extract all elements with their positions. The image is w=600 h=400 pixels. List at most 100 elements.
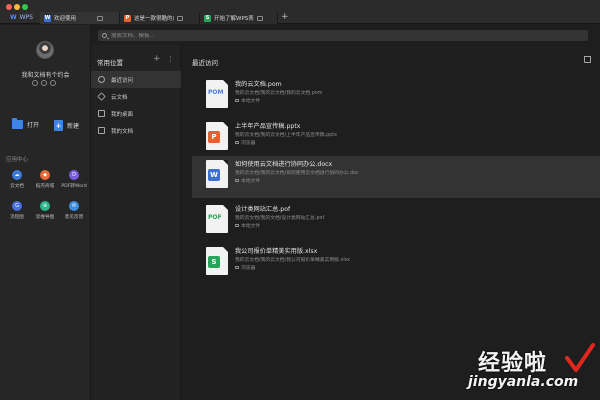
app-feedback[interactable]: ✉ 意见反馈 [59, 201, 89, 220]
file-location-label: 本地文件 [241, 179, 261, 184]
monitor-icon [98, 110, 105, 117]
file-name: 如何使用云文档进行协同办公.docx [235, 161, 333, 168]
file-location-label: 本地文件 [241, 99, 261, 104]
location-desktop[interactable]: 我的桌面 [91, 105, 181, 122]
file-path: 我的云文档/我的云文档/如何使用云文档进行协同办公.doc [235, 171, 359, 176]
pdf-icon: D [69, 170, 79, 180]
file-location: 浏览器 [235, 264, 255, 271]
location-cloud-docs[interactable]: 云文档 [91, 88, 181, 105]
watermark-text: 经验啦 [478, 351, 548, 376]
file-location: 本地文件 [235, 97, 260, 104]
spreadsheet-file-icon: S [206, 247, 228, 275]
brand-label: WPS [19, 13, 33, 21]
file-path: 我的云文档/我的文档/设计类网站汇总.pof [235, 216, 325, 221]
shop-icon: ◆ [40, 170, 50, 180]
tab-window-icon[interactable] [257, 15, 263, 21]
new-button[interactable]: + 新建 [54, 120, 79, 131]
add-tab-button[interactable]: + [281, 12, 289, 24]
app-label: PDF转Word [61, 184, 87, 189]
location-label: 最近访问 [111, 77, 134, 84]
tab-welcome[interactable]: W 欢迎使用 [40, 12, 120, 24]
file-type-badge: S [208, 256, 220, 268]
computer-icon [235, 224, 239, 227]
file-path: 我的云文档/我的云文档/我公司报价单精美实用版.xlsx [235, 258, 351, 263]
file-row[interactable]: POF 设计类网站汇总.pof 我的云文档/我的文档/设计类网站汇总.pof 本… [192, 201, 600, 243]
file-name: 我公司报价单精美实用版.xlsx [235, 248, 318, 255]
file-row[interactable]: POM 我的云文档.pom 我的云文档/我的云文档/我的云文档.pom 本地文件 [192, 76, 600, 118]
location-my-documents[interactable]: 我的文档 [91, 122, 181, 139]
minimize-window-button[interactable] [14, 4, 20, 10]
file-path: 我的云文档/我的云文档/我的云文档.pom [235, 91, 323, 96]
file-row[interactable]: P 上半年产品宣传稿.pptx 我的云文档/我的云文档/上半年产品宣传稿.ppt… [192, 118, 600, 160]
new-label: 新建 [67, 123, 80, 130]
close-window-button[interactable] [6, 4, 12, 10]
app-label: 云文档 [10, 184, 24, 189]
recent-heading: 最近访问 [192, 59, 218, 67]
presentation-doc-icon: P [124, 14, 131, 22]
left-sidebar: 我和文档有个约会 打开 + 新建 应用中心 ☁ 云文档 ◆ 稻壳商城 D PDF… [0, 25, 91, 400]
open-button[interactable]: 打开 [12, 118, 39, 129]
app-label: 思维导图 [35, 215, 55, 220]
search-bar[interactable] [98, 30, 588, 41]
app-pdf-to-word[interactable]: D PDF转Word [59, 170, 89, 189]
app-mindmap[interactable]: ⊕ 思维导图 [30, 201, 60, 220]
cube-icon [97, 92, 106, 101]
app-label: 流程图 [10, 215, 24, 220]
settings-icon[interactable] [32, 80, 38, 86]
user-name[interactable]: 我和文档有个约会 [0, 70, 91, 79]
avatar[interactable] [36, 41, 54, 59]
app-cloud-docs[interactable]: ☁ 云文档 [2, 170, 32, 189]
file-location-label: 本地文件 [241, 224, 261, 229]
tab-window-icon[interactable] [97, 15, 103, 21]
folder-icon [12, 118, 23, 129]
pom-file-icon: POM [206, 80, 228, 108]
writer-file-icon: W [206, 160, 228, 188]
maximize-window-button[interactable] [22, 4, 28, 10]
computer-icon [235, 179, 239, 182]
pof-file-icon: POF [206, 205, 228, 233]
message-icon[interactable] [41, 80, 47, 86]
location-label: 云文档 [111, 94, 128, 101]
location-recent[interactable]: 最近访问 [91, 71, 181, 88]
wps-home-tab[interactable]: W WPS [10, 12, 33, 22]
skin-icon[interactable] [50, 80, 56, 86]
tab-spreadsheet[interactable]: S 开始了解WPS表格 [200, 12, 278, 24]
tab-label: 欢迎使用 [54, 16, 77, 22]
new-document-icon: + [54, 120, 63, 131]
trash-icon[interactable] [584, 56, 591, 63]
checkmark-icon [565, 343, 595, 372]
mindmap-icon: ⊕ [40, 201, 50, 211]
app-label: 稻壳商城 [35, 184, 55, 189]
file-location: 本地文件 [235, 222, 260, 229]
add-location-button[interactable]: + [153, 54, 161, 64]
spreadsheet-doc-icon: S [204, 14, 211, 22]
tab-label: 开始了解WPS表格 [214, 16, 254, 22]
file-name: 设计类网站汇总.pof [235, 206, 291, 213]
file-row[interactable]: W 如何使用云文档进行协同办公.docx 我的云文档/我的云文档/如何使用云文档… [192, 156, 600, 198]
app-flowchart[interactable]: G 流程图 [2, 201, 32, 220]
file-type-badge: POF [208, 214, 222, 221]
file-name: 我的云文档.pom [235, 81, 282, 88]
search-input[interactable] [111, 32, 411, 39]
app-docer-store[interactable]: ◆ 稻壳商城 [30, 170, 60, 189]
locations-panel: 常用位置 + ⋮ 最近访问 云文档 我的桌面 我的文档 [91, 45, 181, 400]
link-icon [235, 141, 239, 144]
location-label: 我的文档 [111, 128, 134, 135]
file-name: 上半年产品宣传稿.pptx [235, 123, 301, 130]
app-label: 意见反馈 [64, 215, 84, 220]
flowchart-icon: G [12, 201, 22, 211]
locations-heading: 常用位置 [97, 59, 123, 67]
file-type-badge: P [208, 131, 220, 143]
tab-presentation[interactable]: P 这是一款很酷的办... [120, 12, 200, 24]
file-location-label: 浏览器 [241, 141, 256, 146]
file-path: 我的云文档/我的云文档/上半年产品宣传稿.pptx [235, 133, 337, 138]
clock-icon [98, 76, 105, 83]
tab-label: 这是一款很酷的办... [134, 16, 174, 22]
file-location: 本地文件 [235, 177, 260, 184]
tab-window-icon[interactable] [177, 15, 183, 21]
apps-heading: 应用中心 [6, 157, 29, 163]
more-options-button[interactable]: ⋮ [167, 55, 174, 63]
computer-icon [235, 99, 239, 102]
file-row[interactable]: S 我公司报价单精美实用版.xlsx 我的云文档/我的云文档/我公司报价单精美实… [192, 243, 600, 285]
cloud-icon: ☁ [12, 170, 22, 180]
